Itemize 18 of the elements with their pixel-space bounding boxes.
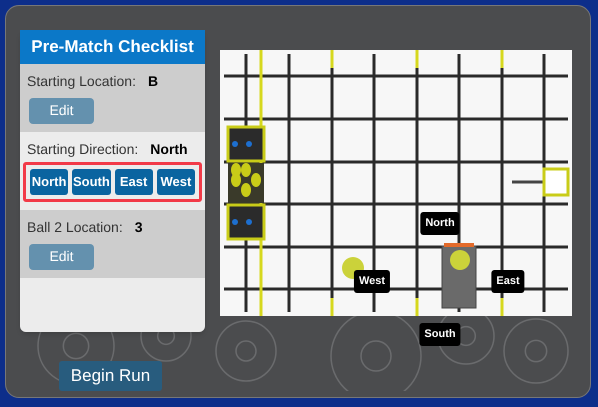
section-label: Starting Direction: <box>27 140 138 158</box>
section-value: North <box>150 140 188 158</box>
edit-button[interactable]: Edit <box>29 244 94 270</box>
section-value: B <box>148 72 158 90</box>
direction-button[interactable]: West <box>156 168 195 194</box>
checklist-title: Pre-Match Checklist <box>20 30 205 64</box>
direction-marker: West <box>354 270 390 292</box>
direction-marker: South <box>419 323 461 346</box>
direction-marker: East <box>491 270 525 292</box>
section-label: Starting Location: <box>27 72 136 90</box>
section-label: Ball 2 Location: <box>27 218 123 236</box>
section-value: 3 <box>134 218 143 236</box>
direction-button[interactable]: South <box>72 168 110 194</box>
edit-button[interactable]: Edit <box>29 98 94 124</box>
direction-marker: North <box>420 212 460 234</box>
direction-button[interactable]: East <box>114 168 153 194</box>
begin-run-button[interactable]: Begin Run <box>59 361 162 391</box>
direction-button[interactable]: North <box>30 168 68 194</box>
